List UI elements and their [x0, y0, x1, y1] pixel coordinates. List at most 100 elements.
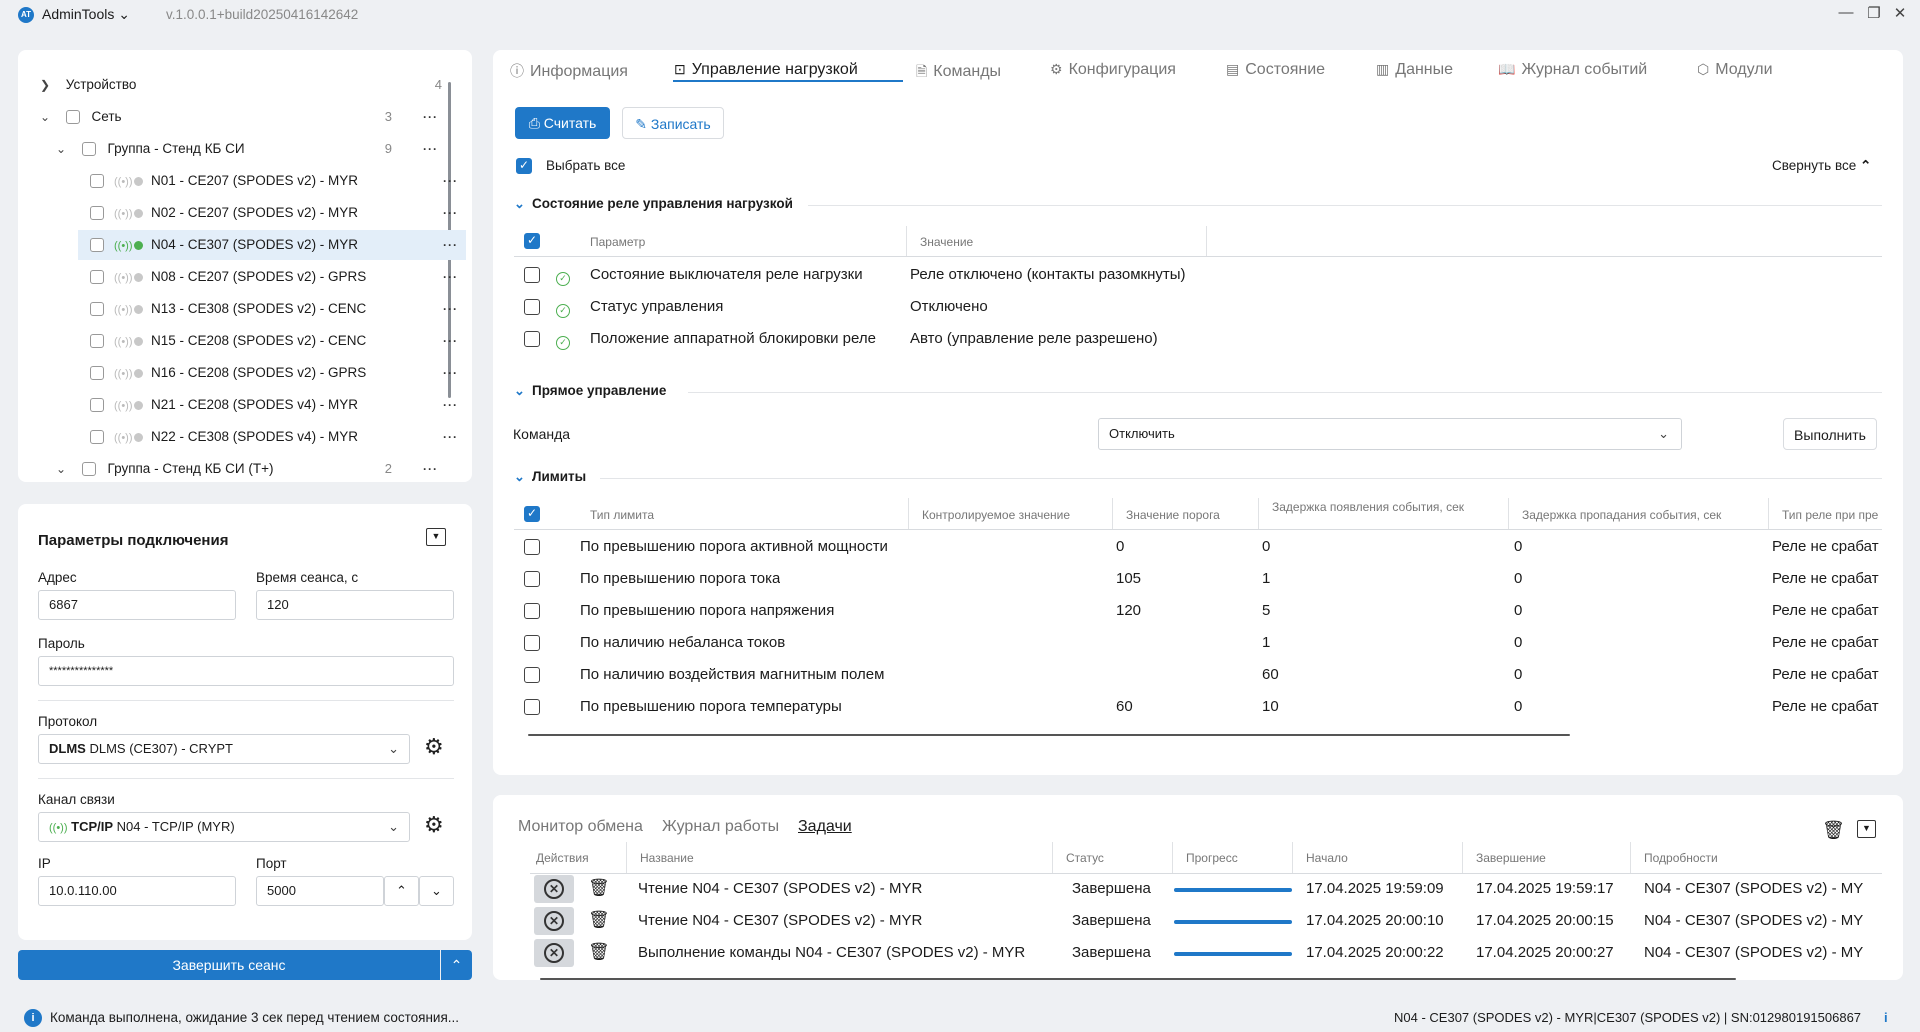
limits-row-checkbox[interactable]	[524, 698, 540, 716]
command-select[interactable]: Отключить ⌄	[1098, 418, 1682, 450]
tree-device-item[interactable]: ((•)) N08 - CE207 (SPODES v2) - GPRS ···	[78, 262, 466, 292]
tree-checkbox[interactable]	[90, 238, 104, 253]
chevron-right-icon[interactable]: ❯	[38, 70, 52, 100]
more-icon[interactable]: ···	[443, 294, 458, 324]
relay-row-checkbox[interactable]	[524, 266, 540, 284]
more-icon[interactable]: ···	[423, 134, 438, 164]
relay-row-checkbox[interactable]	[524, 298, 540, 316]
tree-device-item[interactable]: ((•)) N21 - CE208 (SPODES v4) - MYR ···	[78, 390, 466, 420]
limits-row-checkbox[interactable]	[524, 570, 540, 588]
protocol-settings-gear-icon[interactable]: ⚙	[424, 734, 444, 760]
collapse-all-button[interactable]: Свернуть все ⌃	[1772, 158, 1871, 174]
more-icon[interactable]: ···	[443, 198, 458, 228]
limits-row-checkbox[interactable]	[524, 602, 540, 620]
tree-checkbox[interactable]	[90, 334, 104, 349]
tab-6[interactable]: 📖 Журнал событий	[1498, 61, 1647, 79]
bottom-tab-2[interactable]: Задачи	[798, 818, 852, 836]
tree-device-item[interactable]: ((•)) N22 - CE308 (SPODES v4) - MYR ···	[78, 422, 466, 452]
execute-button[interactable]: Выполнить	[1783, 418, 1877, 450]
more-icon[interactable]: ···	[443, 390, 458, 420]
tree-checkbox[interactable]	[81, 462, 96, 477]
tab-1[interactable]: ⊡ Управление нагрузкой	[674, 61, 858, 79]
maximize-button[interactable]: ❐	[1864, 4, 1884, 22]
chevron-down-icon[interactable]: ⌄	[54, 134, 68, 164]
cancel-task-button[interactable]: ✕	[534, 939, 574, 967]
tree-checkbox[interactable]	[90, 430, 104, 445]
tree-device-item[interactable]: ((•)) N13 - CE308 (SPODES v2) - CENC ···	[78, 294, 466, 324]
protocol-select[interactable]: DLMS DLMS (CE307) - CRYPT ⌄	[38, 734, 410, 764]
delete-task-trash-icon[interactable]: 🗑	[588, 878, 610, 898]
tab-5[interactable]: ▥ Данные	[1376, 61, 1453, 79]
write-button[interactable]: ✎ Записать	[622, 107, 724, 139]
tree-checkbox[interactable]	[90, 206, 104, 221]
select-all-checkbox[interactable]: ✓	[516, 157, 532, 175]
tree-node-group[interactable]: ⌄ Группа - Стенд КБ СИ 9 ···	[54, 134, 442, 164]
tree-device-item[interactable]: ((•)) N02 - CE207 (SPODES v2) - MYR ···	[78, 198, 466, 228]
password-field[interactable]: ***************	[38, 656, 454, 686]
more-icon[interactable]: ···	[423, 102, 438, 132]
address-field[interactable]: 6867	[38, 590, 236, 620]
tab-2[interactable]: 🗎 Команды	[916, 61, 1001, 85]
more-icon[interactable]: ···	[443, 230, 458, 260]
ip-field[interactable]: 10.0.110.00	[38, 876, 236, 906]
tab-0[interactable]: ⓘ Информация	[510, 61, 628, 81]
more-icon[interactable]: ···	[443, 262, 458, 292]
status-info-icon[interactable]: i	[1884, 1010, 1888, 1025]
tree-device-item[interactable]: ((•)) N16 - CE208 (SPODES v2) - GPRS ···	[78, 358, 466, 388]
tree-checkbox[interactable]	[90, 270, 104, 285]
more-icon[interactable]: ···	[423, 454, 438, 482]
tab-4[interactable]: ▤ Состояние	[1226, 61, 1325, 79]
tree-node-network[interactable]: ⌄ Сеть 3 ···	[38, 102, 442, 132]
tree-device-item[interactable]: ((•)) N04 - CE307 (SPODES v2) - MYR ···	[78, 230, 466, 260]
delete-task-trash-icon[interactable]: 🗑	[588, 942, 610, 962]
save-profile-icon[interactable]: ▼	[426, 528, 446, 546]
end-session-menu-button[interactable]: ⌃	[441, 950, 472, 980]
app-menu[interactable]: AdminTools ⌄	[42, 6, 130, 23]
limits-section-header[interactable]: ⌄ Лимиты	[514, 469, 586, 485]
limits-select-all-checkbox[interactable]: ✓	[524, 505, 540, 523]
cancel-task-button[interactable]: ✕	[534, 907, 574, 935]
end-session-button[interactable]: Завершить сеанс	[18, 950, 440, 980]
tree-device-item[interactable]: ((•)) N15 - CE208 (SPODES v2) - CENC ···	[78, 326, 466, 356]
relay-select-all-checkbox[interactable]: ✓	[524, 232, 540, 250]
tasks-horizontal-scrollbar[interactable]	[540, 978, 1736, 980]
tree-checkbox[interactable]	[90, 302, 104, 317]
tree-checkbox[interactable]	[90, 174, 104, 189]
channel-select[interactable]: ((•)) TCP/IP N04 - TCP/IP (MYR) ⌄	[38, 812, 410, 842]
more-icon[interactable]: ···	[443, 358, 458, 388]
tree-device-item[interactable]: ((•)) N01 - CE207 (SPODES v2) - MYR ···	[78, 166, 466, 196]
tree-node-device[interactable]: ❯ Устройство 4	[38, 70, 442, 100]
session-time-field[interactable]: 120	[256, 590, 454, 620]
tree-checkbox[interactable]	[90, 398, 104, 413]
more-icon[interactable]: ···	[443, 422, 458, 452]
chevron-down-icon[interactable]: ⌄	[54, 454, 68, 482]
more-icon[interactable]: ···	[443, 326, 458, 356]
more-icon[interactable]: ···	[443, 166, 458, 196]
limits-horizontal-scrollbar[interactable]	[528, 734, 1570, 736]
close-button[interactable]: ✕	[1890, 4, 1910, 22]
read-button[interactable]: ⎙ Считать	[515, 107, 610, 139]
limits-row-checkbox[interactable]	[524, 666, 540, 684]
relay-section-header[interactable]: ⌄ Состояние реле управления нагрузкой	[514, 196, 793, 212]
delete-all-trash-icon[interactable]: 🗑	[1822, 820, 1845, 841]
chevron-down-icon[interactable]: ⌄	[38, 102, 52, 132]
bottom-tab-1[interactable]: Журнал работы	[662, 818, 779, 836]
tab-7[interactable]: ⬡ Модули	[1697, 61, 1773, 79]
limits-row-checkbox[interactable]	[524, 634, 540, 652]
tree-checkbox[interactable]	[81, 142, 96, 157]
direct-section-header[interactable]: ⌄ Прямое управление	[514, 383, 666, 399]
tree-checkbox[interactable]	[90, 366, 104, 381]
export-icon[interactable]: ▼	[1857, 820, 1876, 838]
minimize-button[interactable]: —	[1836, 4, 1856, 21]
cancel-task-button[interactable]: ✕	[534, 875, 574, 903]
tree-node-group[interactable]: ⌄ Группа - Стенд КБ СИ (Т+) 2 ···	[54, 454, 442, 482]
bottom-tab-0[interactable]: Монитор обмена	[518, 818, 643, 836]
port-decrement-button[interactable]: ⌄	[419, 876, 454, 906]
limits-row-checkbox[interactable]	[524, 538, 540, 556]
delete-task-trash-icon[interactable]: 🗑	[588, 910, 610, 930]
port-field[interactable]: 5000	[256, 876, 384, 906]
tab-3[interactable]: ⚙ Конфигурация	[1050, 61, 1176, 79]
port-increment-button[interactable]: ⌃	[384, 876, 419, 906]
tree-checkbox[interactable]	[65, 110, 80, 125]
relay-row-checkbox[interactable]	[524, 330, 540, 348]
